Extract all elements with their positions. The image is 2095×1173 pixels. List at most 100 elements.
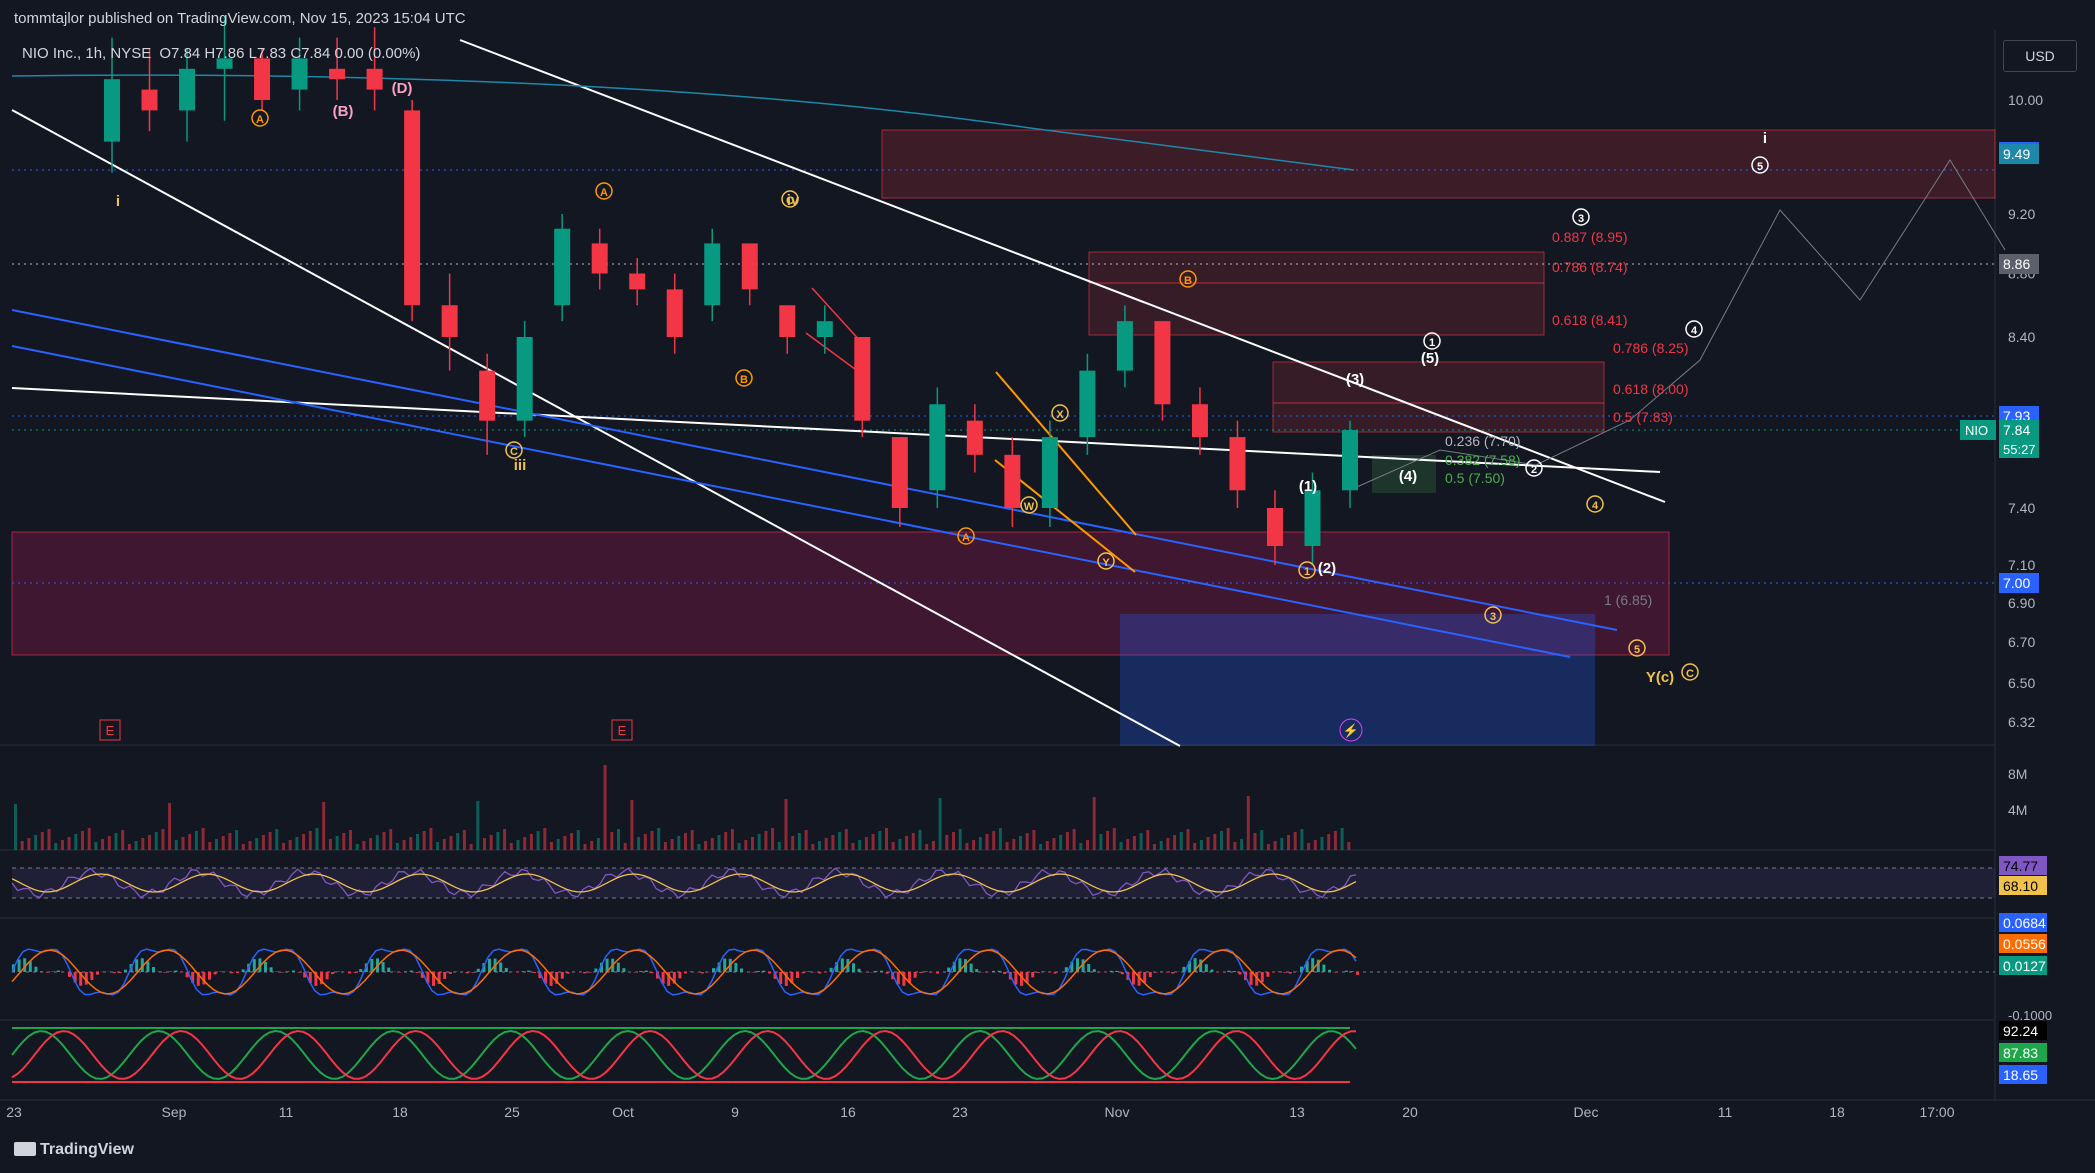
- macd-histogram-bar: [644, 970, 648, 972]
- macd-histogram-bar: [997, 970, 1001, 972]
- macd-histogram-bar: [516, 972, 519, 973]
- candle-body: [666, 289, 683, 337]
- wave-label: Y: [1102, 557, 1110, 569]
- candle-body: [704, 243, 721, 306]
- wave-label: C: [786, 195, 794, 207]
- time-tick: 20: [1402, 1104, 1418, 1120]
- macd-histogram-bar: [762, 970, 766, 972]
- volume-bar: [824, 838, 828, 850]
- volume-bar: [194, 831, 198, 850]
- macd-histogram-bar: [1238, 972, 1242, 975]
- volume-bar: [1199, 840, 1203, 850]
- wave-label: (D): [392, 80, 413, 97]
- macd-histogram-bar: [163, 972, 167, 973]
- macd-histogram-bar: [975, 969, 979, 972]
- currency-button[interactable]: USD: [2003, 40, 2077, 72]
- price-tick: 9.20: [2008, 206, 2035, 222]
- volume-bar: [107, 836, 111, 850]
- fib-label: 0.236 (7.70): [1445, 433, 1521, 449]
- macd-histogram-bar: [1210, 969, 1214, 972]
- wave-label: W: [1024, 501, 1035, 513]
- volume-bar: [34, 835, 38, 850]
- volume-bar: [181, 837, 185, 850]
- volume-bar: [784, 799, 788, 850]
- volume-bar: [81, 831, 84, 850]
- candle-body: [516, 337, 533, 421]
- volume-bar: [87, 828, 91, 850]
- candle-body: [291, 58, 308, 90]
- volume-bar: [228, 833, 232, 850]
- candle-body: [779, 305, 796, 337]
- volume-bar: [978, 837, 982, 850]
- time-tick: 11: [279, 1104, 294, 1120]
- price-tick: 6.32: [2008, 714, 2035, 730]
- volume-bar: [797, 833, 801, 850]
- candle-body: [854, 337, 871, 421]
- macd-histogram-bar: [689, 971, 693, 972]
- volume-bar: [1213, 834, 1217, 850]
- price-tick: 8.40: [2008, 329, 2035, 345]
- volume-bar: [938, 798, 942, 850]
- volume-bar: [422, 831, 426, 850]
- macd-histogram-bar: [874, 970, 878, 972]
- macd-histogram-bar: [297, 972, 301, 973]
- volume-bar: [777, 842, 781, 850]
- macd-histogram-bar: [684, 972, 687, 974]
- wave-label: 3: [1578, 213, 1584, 225]
- volume-bar: [1287, 835, 1290, 850]
- macd-histogram-bar: [135, 959, 139, 972]
- volume-bar: [369, 838, 373, 850]
- macd-histogram-bar: [1260, 972, 1264, 983]
- volume-bar: [650, 831, 654, 850]
- volume-bar: [1032, 830, 1036, 850]
- wave-label: (5): [1421, 350, 1439, 367]
- volume-bar: [1240, 839, 1244, 850]
- volume-bar: [1126, 839, 1130, 850]
- volume-bar: [1253, 833, 1257, 850]
- volume-bar: [503, 829, 507, 850]
- macd-histogram-bar: [1344, 970, 1348, 972]
- macd-histogram-bar: [924, 971, 928, 972]
- volume-bar: [958, 829, 962, 850]
- volume-bar: [449, 836, 453, 850]
- volume-bar: [1206, 837, 1210, 850]
- volume-bar: [1220, 831, 1223, 850]
- indicator-value: 92.24: [2003, 1023, 2038, 1039]
- candle-body: [816, 321, 833, 337]
- macd-histogram-bar: [947, 967, 951, 972]
- wave-label: Y(c): [1646, 669, 1674, 686]
- volume-bar: [1012, 839, 1016, 850]
- volume-bar: [844, 829, 848, 850]
- macd-histogram-bar: [40, 971, 43, 972]
- wave-label: (B): [333, 103, 354, 120]
- price-chart[interactable]: 10.009.208.808.407.407.106.906.706.506.3…: [0, 0, 2095, 1173]
- volume-bar: [416, 834, 419, 850]
- volume-bar: [630, 800, 634, 850]
- wave-label: (4): [1399, 468, 1417, 485]
- price-label-text: 9.49: [2003, 146, 2030, 162]
- macd-histogram-bar: [712, 968, 715, 972]
- volume-bar: [851, 843, 855, 850]
- macd-histogram-bar: [1087, 963, 1091, 972]
- candle-body: [1041, 437, 1058, 508]
- fib-label: 0.382 (7.58): [1445, 452, 1521, 468]
- candle-body: [329, 68, 346, 80]
- candle-body: [891, 437, 908, 508]
- macd-histogram-bar: [1249, 972, 1253, 985]
- volume-bar: [523, 837, 527, 850]
- volume-bar: [1153, 844, 1156, 850]
- volume-bar: [570, 833, 574, 850]
- wave-label: B: [1184, 275, 1192, 287]
- volume-bar: [496, 832, 500, 850]
- volume-bar: [1092, 797, 1096, 850]
- macd-histogram-bar: [532, 972, 536, 973]
- wave-label: 1: [1429, 337, 1435, 349]
- volume-bar: [710, 838, 714, 850]
- volume-bar: [1260, 830, 1264, 850]
- macd-histogram-bar: [896, 972, 900, 985]
- price-tick: 7.10: [2008, 557, 2035, 573]
- candle-body: [929, 404, 946, 491]
- volume-bar: [101, 839, 105, 850]
- time-tick: Sep: [162, 1104, 187, 1120]
- volume-bar: [221, 836, 225, 850]
